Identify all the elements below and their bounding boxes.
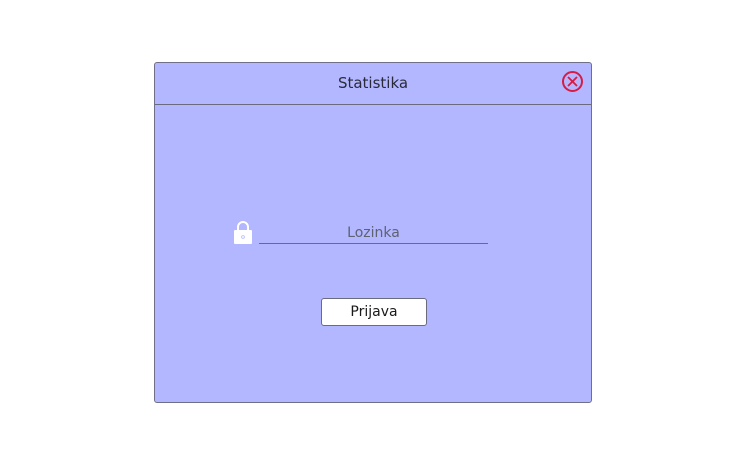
statistics-dialog: Statistika Prijava (154, 62, 592, 403)
dialog-title: Statistika (337, 74, 409, 92)
close-button[interactable] (562, 71, 583, 92)
password-field[interactable] (259, 223, 488, 244)
lock-icon (234, 221, 252, 244)
login-button[interactable]: Prijava (321, 298, 427, 326)
dialog-titlebar: Statistika (155, 63, 591, 105)
close-x-circle-icon (567, 76, 578, 87)
